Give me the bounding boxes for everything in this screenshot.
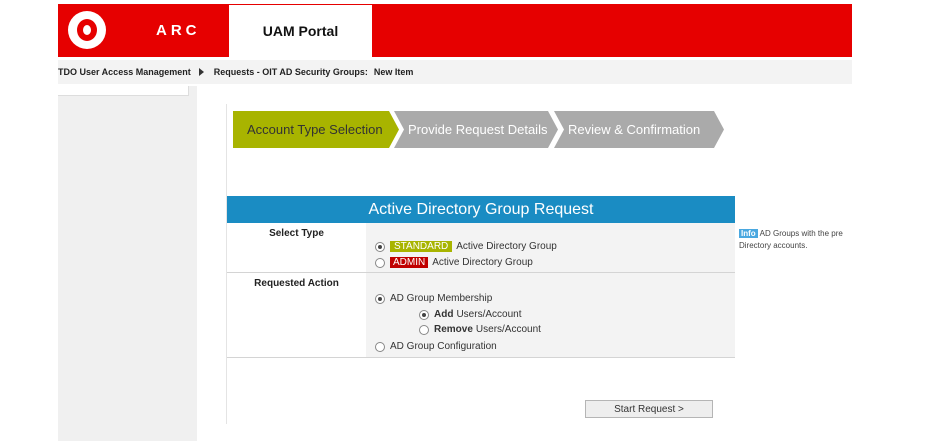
add-users-label: Users/Account — [456, 309, 522, 320]
top-banner: ARC UAM Portal — [58, 4, 852, 57]
add-users-radio[interactable] — [419, 309, 429, 320]
breadcrumb-item-list[interactable]: Requests - OIT AD Security Groups: — [214, 67, 368, 77]
sidebar-panel — [58, 86, 189, 96]
remove-users-label: Users/Account — [475, 324, 541, 335]
configuration-option[interactable]: AD Group Configuration — [375, 341, 497, 352]
admin-badge: ADMIN — [390, 257, 429, 268]
configuration-radio[interactable] — [375, 341, 385, 352]
standard-badge: STANDARD — [390, 241, 453, 252]
logo-dot — [83, 25, 91, 35]
breadcrumb: TDO User Access Management Requests - OI… — [58, 60, 852, 84]
configuration-label: AD Group Configuration — [390, 341, 497, 352]
portal-title-tab[interactable]: UAM Portal — [229, 5, 372, 57]
brand-name[interactable]: ARC — [156, 22, 201, 39]
breadcrumb-arrow-icon — [198, 68, 204, 76]
admin-radio[interactable] — [375, 257, 385, 268]
sidebar — [58, 86, 197, 441]
start-request-button[interactable]: Start Request > — [585, 400, 713, 418]
step-provide-request-details[interactable]: Provide Request Details — [394, 111, 558, 148]
step-account-type-selection[interactable]: Account Type Selection — [233, 111, 399, 148]
requested-action-row: Requested Action AD Group Membership Add… — [227, 273, 735, 358]
step-review-confirmation[interactable]: Review & Confirmation — [554, 111, 724, 148]
select-type-label: Select Type — [227, 223, 366, 272]
admin-option[interactable]: ADMIN Active Directory Group — [375, 257, 533, 268]
info-tag: Info — [739, 229, 758, 238]
requested-action-label: Requested Action — [227, 273, 366, 357]
standard-radio[interactable] — [375, 241, 385, 252]
breadcrumb-item-current: New Item — [373, 67, 414, 77]
membership-radio[interactable] — [375, 293, 385, 304]
add-users-option[interactable]: Add Users/Account — [419, 309, 521, 320]
select-type-row: Select Type STANDARD Active Directory Gr… — [227, 223, 735, 273]
vodafone-logo-icon[interactable] — [68, 11, 106, 49]
membership-option[interactable]: AD Group Membership — [375, 293, 492, 304]
remove-users-radio[interactable] — [419, 324, 429, 335]
info-line-1: AD Groups with the pre — [759, 229, 843, 238]
breadcrumb-item-home[interactable]: TDO User Access Management — [58, 67, 191, 77]
remove-users-option[interactable]: Remove Users/Account — [419, 324, 541, 335]
add-bold-label: Add — [434, 309, 454, 320]
remove-bold-label: Remove — [434, 324, 473, 335]
membership-label: AD Group Membership — [390, 293, 493, 304]
form-title: Active Directory Group Request — [227, 196, 735, 223]
standard-option[interactable]: STANDARD Active Directory Group — [375, 241, 557, 252]
standard-option-label: Active Directory Group — [456, 241, 557, 252]
info-line-2: Directory accounts. — [739, 241, 808, 250]
admin-option-label: Active Directory Group — [432, 257, 533, 268]
info-note: Info AD Groups with the pre Directory acc… — [739, 228, 843, 252]
